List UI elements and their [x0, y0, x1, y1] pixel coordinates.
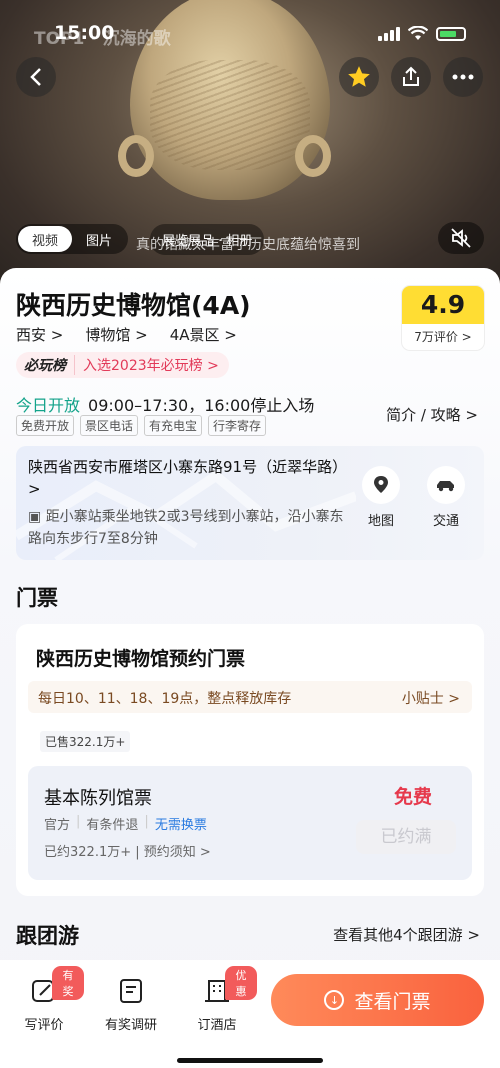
status-icons — [378, 26, 466, 41]
meta-refund: 有条件退 — [86, 818, 139, 833]
stock-notice-text: 每日10、11、18、19点，整点释放库存 — [38, 691, 292, 707]
book-hotel-button[interactable]: 订酒店 优惠 — [177, 966, 257, 1033]
tips-link[interactable]: 小贴士 > — [402, 688, 460, 708]
discount-badge: 优惠 — [225, 966, 257, 1000]
status-bar: TOP1 · 沉海的歌 15:00 — [0, 18, 500, 52]
book-hotel-label: 订酒店 — [197, 1018, 237, 1033]
hero-media[interactable]: TOP1 · 沉海的歌 15:00 视频 图片 展览展品 · 相册 真的馆藏太丰… — [0, 0, 500, 290]
booked-full-button[interactable]: 已约满 — [356, 820, 456, 854]
ticket-product[interactable]: 基本陈列馆票 官方 | 有条件退 | 无需换票 已约322.1万+ | 预约须知 >… — [28, 766, 472, 880]
survey-button[interactable]: 有奖调研 — [91, 976, 171, 1033]
group-tour-title: 跟团游 — [16, 924, 79, 948]
bottom-bar: 写评价 有奖 有奖调研 订酒店 优惠 ↓ 查看门票 — [0, 960, 500, 1068]
breadcrumb-category[interactable]: 博物馆 > — [85, 324, 147, 345]
share-button[interactable] — [391, 57, 431, 97]
tab-video[interactable]: 视频 — [18, 226, 73, 252]
detail-sheet: 陕西历史博物馆(4A) 西安 > 博物馆 > 4A景区 > 4.9 7万评价 >… — [0, 268, 500, 1068]
car-icon — [427, 466, 465, 504]
breadcrumb: 西安 > 博物馆 > 4A景区 > — [16, 324, 237, 345]
chevron-left-icon — [30, 68, 41, 86]
tab-photos[interactable]: 图片 — [72, 226, 126, 252]
open-time: 09:00–17:30，16:00停止入场 — [88, 396, 315, 415]
write-review-button[interactable]: 写评价 有奖 — [4, 966, 84, 1033]
page-title: 陕西历史博物馆(4A) — [16, 291, 251, 320]
rank-badge[interactable]: 必玩榜 入选2023年必玩榜 > — [16, 352, 229, 378]
product-name: 基本陈列馆票 — [44, 788, 152, 809]
star-icon — [348, 66, 370, 87]
more-dots-icon — [452, 74, 474, 80]
wifi-icon — [408, 26, 428, 40]
rating-score: 4.9 — [402, 286, 484, 324]
metro-directions: ▣ 距小寨站乘坐地铁2或3号线到小寨站，沿小寨东路向东步行7至8分钟 — [28, 506, 348, 550]
product-meta: 官方 | 有条件退 | 无需换票 — [44, 814, 207, 833]
facility-tags: 免费开放 景区电话 有充电宝 行李寄存 — [16, 415, 267, 436]
back-button[interactable] — [16, 57, 56, 97]
tag: 免费开放 — [16, 415, 75, 436]
intro-guide-link[interactable]: 简介 / 攻略 > — [386, 404, 478, 425]
more-group-tours-link[interactable]: 查看其他4个跟团游 > — [333, 924, 480, 945]
video-caption: 真的馆藏太丰富了历史底蕴给惊喜到 — [136, 237, 360, 253]
address-text[interactable]: 陕西省西安市雁塔区小寨东路91号（近翠华路）> — [28, 456, 348, 500]
view-tickets-label: 查看门票 — [354, 990, 431, 1013]
favorite-button[interactable] — [339, 57, 379, 97]
meta-no-exchange: 无需换票 — [154, 818, 207, 833]
rating-card[interactable]: 4.9 7万评价 > — [402, 286, 484, 350]
metro-icon: ▣ — [28, 509, 46, 525]
survey-icon — [116, 976, 146, 1006]
map-label: 地图 — [367, 514, 394, 529]
transport-button[interactable]: 交通 — [421, 466, 471, 529]
write-review-label: 写评价 — [24, 1018, 64, 1033]
survey-label: 有奖调研 — [104, 1018, 157, 1033]
media-tabs: 视频 图片 — [16, 224, 129, 254]
artifact-handle-left — [118, 135, 154, 177]
rank-logo: 必玩榜 — [16, 355, 75, 375]
artifact-handle-right — [295, 135, 331, 177]
map-pin-icon — [362, 466, 400, 504]
status-time: 15:00 — [54, 22, 115, 44]
signal-icon — [378, 26, 400, 41]
address-card[interactable]: 陕西省西安市雁塔区小寨东路91号（近翠华路）> ▣ 距小寨站乘坐地铁2或3号线到… — [16, 446, 484, 560]
meta-official: 官方 — [44, 818, 71, 833]
reward-badge: 有奖 — [52, 966, 84, 1000]
ticket-card: 陕西历史博物馆预约门票 每日10、11、18、19点，整点释放库存 小贴士 > … — [16, 624, 484, 896]
booked-info[interactable]: 已约322.1万+ | 预约须知 > — [44, 841, 211, 860]
mute-button[interactable] — [438, 222, 484, 254]
arrow-down-circle-icon: ↓ — [324, 990, 345, 1010]
view-tickets-button[interactable]: ↓ 查看门票 — [271, 974, 484, 1026]
home-indicator — [177, 1058, 323, 1063]
tickets-section-title: 门票 — [16, 586, 58, 610]
metro-text: 距小寨站乘坐地铁2或3号线到小寨站，沿小寨东路向东步行7至8分钟 — [28, 509, 344, 547]
sold-count: 已售322.1万+ — [40, 731, 131, 752]
breadcrumb-city[interactable]: 西安 > — [16, 324, 63, 345]
breadcrumb-level[interactable]: 4A景区 > — [170, 324, 237, 345]
speaker-muted-icon — [451, 228, 471, 248]
rating-count: 7万评价 > — [414, 330, 472, 344]
more-button[interactable] — [443, 57, 483, 97]
transport-label: 交通 — [432, 514, 459, 529]
open-status: 今日开放 — [16, 396, 81, 415]
battery-icon — [436, 26, 466, 41]
product-price: 免费 — [393, 786, 432, 808]
rank-text: 入选2023年必玩榜 > — [83, 358, 219, 374]
stock-notice: 每日10、11、18、19点，整点释放库存 小贴士 > — [28, 681, 472, 713]
ticket-title: 陕西历史博物馆预约门票 — [36, 648, 246, 670]
tag: 景区电话 — [80, 415, 139, 436]
map-button[interactable]: 地图 — [356, 466, 406, 529]
tag: 行李寄存 — [208, 415, 267, 436]
tag: 有充电宝 — [144, 415, 203, 436]
opening-hours: 今日开放 09:00–17:30，16:00停止入场 — [16, 392, 314, 416]
share-icon — [403, 66, 419, 86]
